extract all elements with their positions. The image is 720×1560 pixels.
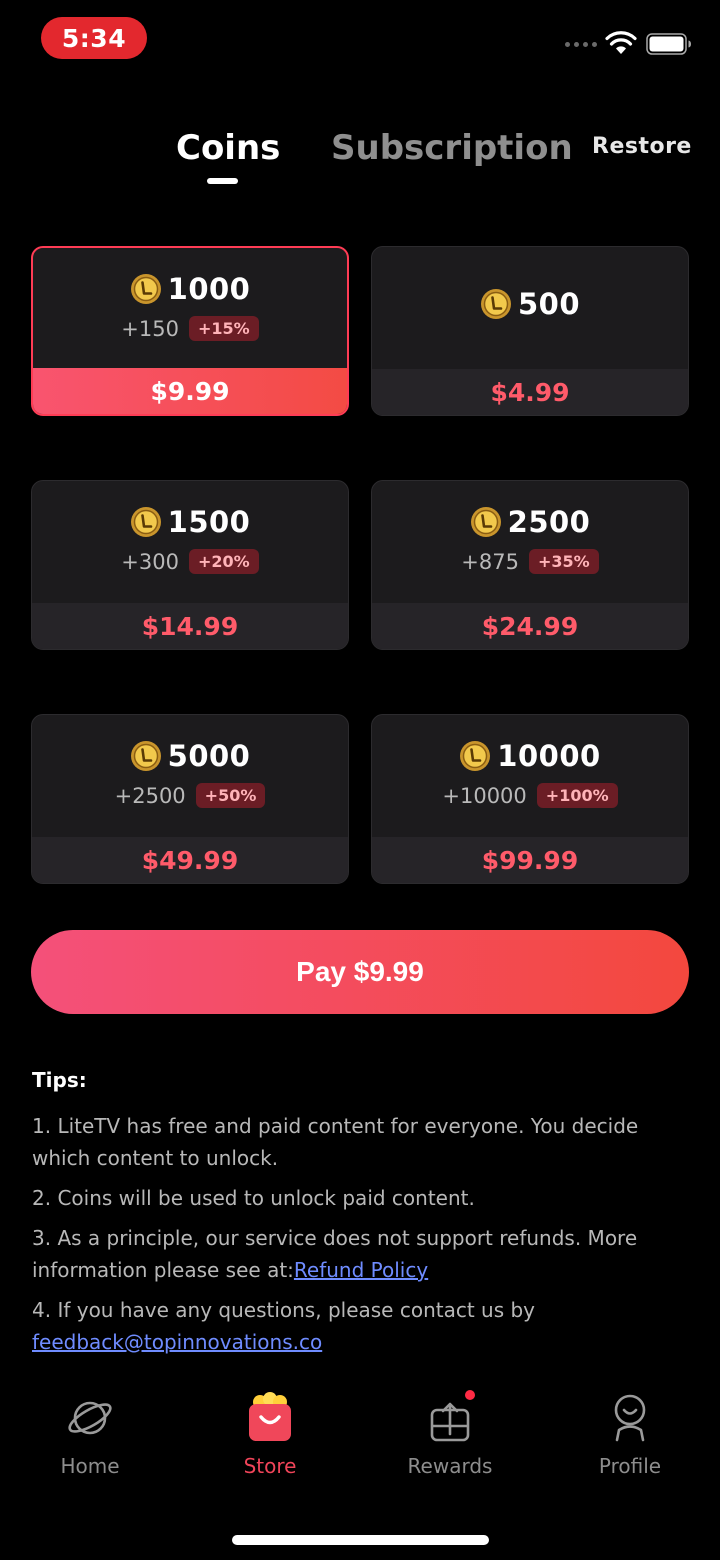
- tip-text: 4. If you have any questions, please con…: [32, 1298, 536, 1322]
- signal-icon: [565, 42, 597, 47]
- pay-button[interactable]: Pay $9.99: [31, 930, 689, 1014]
- tab-subscription[interactable]: Subscription: [331, 128, 573, 168]
- coin-icon: [130, 507, 161, 537]
- status-bar: 5:34: [0, 0, 720, 80]
- tips-section: Tips: 1. LiteTV has free and paid conten…: [32, 1064, 692, 1366]
- person-icon: [614, 1394, 646, 1442]
- tip-item: 1. LiteTV has free and paid content for …: [32, 1110, 692, 1174]
- nav-label: Store: [243, 1454, 297, 1478]
- coin-package-card[interactable]: 1000 +150 +15% $9.99: [31, 246, 349, 416]
- bonus-amount: +2500: [114, 783, 186, 808]
- package-price: $14.99: [32, 603, 348, 649]
- bottom-nav: Home Store Rewards Profile: [0, 1390, 720, 1490]
- bonus-percent-badge: +20%: [188, 549, 259, 574]
- notification-dot: [465, 1390, 475, 1400]
- coin-package-card[interactable]: 10000 +10000 +100% $99.99: [371, 714, 689, 884]
- coin-amount: 1500: [167, 505, 251, 539]
- feedback-email-link[interactable]: feedback@topinnovations.co: [32, 1330, 322, 1354]
- coin-amount: 10000: [497, 739, 601, 773]
- bonus-amount: +300: [121, 549, 179, 574]
- nav-label: Rewards: [407, 1454, 493, 1478]
- bonus-percent-badge: +100%: [536, 783, 618, 808]
- coin-package-card[interactable]: 2500 +875 +35% $24.99: [371, 480, 689, 650]
- nav-item-home[interactable]: Home: [30, 1390, 150, 1478]
- tip-text: 2. Coins will be used to unlock paid con…: [32, 1186, 475, 1210]
- coin-amount: 2500: [507, 505, 591, 539]
- refund-policy-link[interactable]: Refund Policy: [294, 1258, 428, 1282]
- coin-amount: 5000: [167, 739, 251, 773]
- bonus-amount: +875: [461, 549, 519, 574]
- wifi-icon: [605, 31, 637, 54]
- bonus-percent-badge: +35%: [528, 549, 599, 574]
- gift-icon: [430, 1390, 475, 1442]
- bonus-amount: +150: [121, 316, 179, 341]
- shopping-bag-icon: [249, 1392, 291, 1441]
- tip-item: 2. Coins will be used to unlock paid con…: [32, 1182, 692, 1214]
- tip-item: 4. If you have any questions, please con…: [32, 1294, 692, 1358]
- coin-icon: [130, 741, 161, 771]
- bonus-percent-badge: +15%: [188, 316, 259, 341]
- bonus-percent-badge: +50%: [195, 783, 266, 808]
- coin-amount: 1000: [167, 272, 251, 306]
- nav-item-rewards[interactable]: Rewards: [390, 1390, 510, 1478]
- coin-icon: [130, 274, 161, 304]
- coin-icon: [460, 741, 491, 771]
- package-price: $9.99: [33, 368, 347, 414]
- coin-amount: 500: [517, 287, 581, 321]
- status-time: 5:34: [41, 17, 147, 59]
- battery-icon: [646, 33, 691, 55]
- nav-label: Home: [60, 1454, 120, 1478]
- package-price: $49.99: [32, 837, 348, 883]
- package-price: $24.99: [372, 603, 688, 649]
- nav-item-profile[interactable]: Profile: [570, 1390, 690, 1478]
- nav-label: Profile: [598, 1454, 662, 1478]
- tip-text: 1. LiteTV has free and paid content for …: [32, 1114, 639, 1170]
- tab-coins[interactable]: Coins: [176, 128, 280, 168]
- bonus-amount: +10000: [442, 783, 527, 808]
- planet-icon: [68, 1401, 112, 1435]
- tip-item: 3. As a principle, our service does not …: [32, 1222, 692, 1286]
- coin-package-card[interactable]: 500 $4.99: [371, 246, 689, 416]
- tips-title: Tips:: [32, 1068, 87, 1092]
- coin-icon: [470, 507, 501, 537]
- active-tab-indicator: [207, 178, 238, 184]
- package-price: $4.99: [372, 369, 688, 415]
- restore-button[interactable]: Restore: [592, 134, 692, 159]
- coin-package-card[interactable]: 1500 +300 +20% $14.99: [31, 480, 349, 650]
- coin-icon: [480, 289, 511, 319]
- package-price: $99.99: [372, 837, 688, 883]
- coin-package-card[interactable]: 5000 +2500 +50% $49.99: [31, 714, 349, 884]
- home-indicator[interactable]: [232, 1535, 489, 1545]
- nav-item-store[interactable]: Store: [210, 1390, 330, 1478]
